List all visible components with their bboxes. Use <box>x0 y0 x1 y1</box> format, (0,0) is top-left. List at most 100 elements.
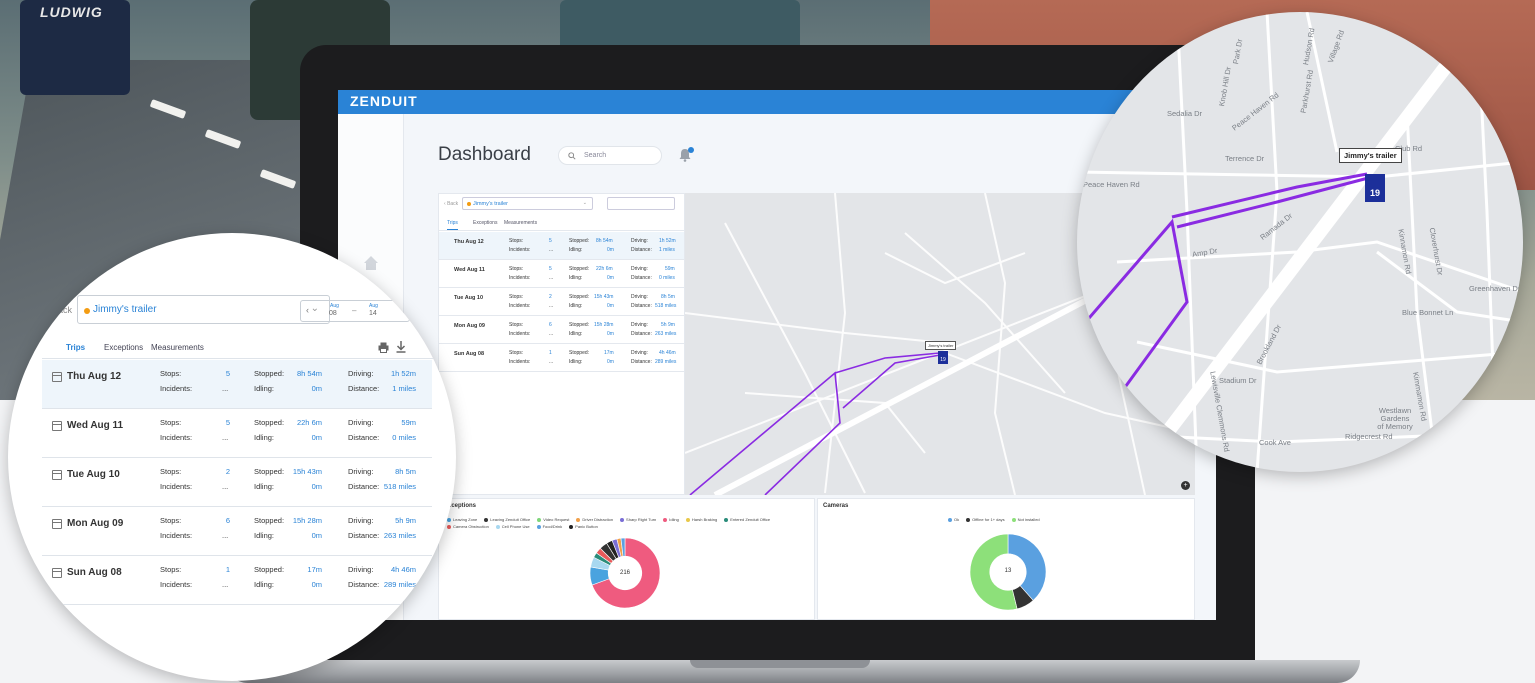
trip-row[interactable]: Mon Aug 09 Stops: 6 Stopped: 15h 28m Dri… <box>42 507 432 556</box>
home-icon[interactable] <box>362 254 380 272</box>
legend-label: Ok <box>954 517 960 522</box>
trip-row[interactable]: Thu Aug 12 Stops: 5 Stopped: 8h 54m Driv… <box>42 360 432 409</box>
incidents-label: Incidents: <box>160 482 193 491</box>
incidents-label: Incidents: <box>509 303 531 309</box>
idling-label: Idling: <box>569 303 583 309</box>
stops-label: Stops: <box>509 350 524 356</box>
driving-label: Driving: <box>348 467 374 476</box>
stops-value: 2 <box>549 294 552 300</box>
trip-row[interactable]: Thu Aug 12 Stops: 5 Stopped: 8h 54m Driv… <box>439 232 684 260</box>
map-vehicle-marker[interactable]: 19 <box>938 351 948 364</box>
tab-exceptions[interactable]: Exceptions <box>104 343 143 352</box>
zoomed-map-roads <box>1077 12 1523 472</box>
map-vehicle-tooltip: Jimmy's trailer <box>1339 148 1402 163</box>
calendar-icon <box>52 568 62 578</box>
tab-trips[interactable]: Trips <box>447 220 458 230</box>
vehicle-status-dot <box>467 202 471 206</box>
stopped-label: Stopped: <box>569 294 590 300</box>
distance-value: 263 miles <box>655 331 677 337</box>
vehicle-name: Jimmy's trailer <box>93 304 157 315</box>
driving-label: Driving: <box>348 516 374 525</box>
calendar-icon <box>52 421 62 431</box>
date-to-month: Aug <box>369 303 378 309</box>
download-icon[interactable] <box>396 341 406 353</box>
legend-item: Entered Zenduit Office <box>724 517 770 522</box>
zoom-circle-map: Sedalia Dr Peace Haven Rd Terrence Dr Cl… <box>1077 12 1523 472</box>
idling-value: 0m <box>311 482 322 491</box>
trip-row[interactable]: Wed Aug 11 Stops: 5 Stopped: 22h 6m Driv… <box>439 260 684 288</box>
legend-label: Driver Distraction <box>582 517 614 522</box>
stopped-label: Stopped: <box>254 467 285 476</box>
search-input[interactable]: Search <box>558 146 662 165</box>
idling-label: Idling: <box>254 482 275 491</box>
stops-label: Stops: <box>509 322 524 328</box>
incidents-value: ... <box>222 482 229 491</box>
distance-label: Distance: <box>631 275 652 281</box>
driving-label: Driving: <box>631 294 648 300</box>
driving-value: 4h 46m <box>659 350 676 356</box>
incidents-value: ... <box>222 433 229 442</box>
driving-value: 5h 9m <box>395 516 416 525</box>
idling-value: 0m <box>607 303 614 309</box>
trip-row[interactable]: Tue Aug 10 Stops: 2 Stopped: 15h 43m Dri… <box>439 288 684 316</box>
trip-day: Sun Aug 08 <box>454 351 485 357</box>
incidents-value: ... <box>549 331 554 337</box>
stops-label: Stops: <box>160 516 182 525</box>
search-icon <box>568 152 576 160</box>
date-range-picker[interactable] <box>607 197 675 210</box>
idling-value: 0m <box>607 275 614 281</box>
distance-value: 263 miles <box>383 531 416 540</box>
laptop-notch <box>690 660 870 668</box>
trip-row[interactable]: Tue Aug 10 Stops: 2 Stopped: 15h 43m Dri… <box>42 458 432 507</box>
stops-value: 5 <box>225 418 230 427</box>
zoom-in-button[interactable]: + <box>1181 481 1190 490</box>
tab-exceptions[interactable]: Exceptions <box>473 220 497 226</box>
search-placeholder: Search <box>584 152 607 159</box>
date-range-picker[interactable]: ‹ Aug 08 – Aug 14 <box>300 300 410 322</box>
trip-row[interactable]: Wed Aug 11 Stops: 5 Stopped: 22h 6m Driv… <box>42 409 432 458</box>
stopped-label: Stopped: <box>569 322 590 328</box>
street-label: Westlawn Gardens of Memory <box>1377 406 1413 431</box>
incidents-value: ... <box>222 384 229 393</box>
trip-row[interactable]: Sun Aug 08 Stops: 1 Stopped: 17m Driving… <box>439 344 684 372</box>
tab-measurements[interactable]: Measurements <box>504 220 537 226</box>
idling-label: Idling: <box>569 247 583 253</box>
chevron-left-icon[interactable]: ‹ <box>306 305 309 315</box>
stopped-label: Stopped: <box>254 369 285 378</box>
exceptions-legend: Leaving Zone Leaving Zenduit Office Video … <box>447 517 807 531</box>
tab-measurements[interactable]: Measurements <box>151 343 204 352</box>
legend-label: Video Request <box>543 517 570 522</box>
legend-swatch <box>447 524 451 529</box>
incidents-value: ... <box>222 580 229 589</box>
stopped-label: Stopped: <box>254 418 285 427</box>
back-link[interactable]: ‹ Back <box>444 201 458 207</box>
incidents-value: ... <box>549 359 554 365</box>
zenduit-logo[interactable]: ZENDUIT <box>350 93 418 109</box>
cameras-total: 13 <box>1004 568 1012 574</box>
idling-label: Idling: <box>569 359 583 365</box>
trip-row[interactable]: Mon Aug 09 Stops: 6 Stopped: 15h 28m Dri… <box>439 316 684 344</box>
idling-value: 0m <box>607 359 614 365</box>
date-to-day: 14 <box>369 310 377 317</box>
back-link[interactable]: Back <box>52 305 72 315</box>
vehicle-select[interactable]: Jimmy's trailer ⌄ <box>462 197 593 210</box>
legend-label: Camera Obstruction <box>453 524 489 529</box>
map-vehicle-marker[interactable]: 19 <box>1365 174 1385 202</box>
panel-tabs: Trips Exceptions Measurements <box>42 337 442 362</box>
legend-swatch <box>576 517 581 522</box>
date-from-day: 08 <box>329 310 337 317</box>
driving-value: 8h 5m <box>395 467 416 476</box>
trip-row[interactable]: Sun Aug 08 Stops: 1 Stopped: 17m Driving… <box>42 556 432 605</box>
stopped-value: 15h 43m <box>594 294 614 300</box>
stopped-value: 17m <box>604 350 614 356</box>
vehicle-select[interactable]: Jimmy's trailer ⌄ <box>77 295 330 324</box>
stopped-value: 22h 6m <box>296 418 322 427</box>
legend-label: Not installed <box>1017 517 1040 522</box>
incidents-label: Incidents: <box>509 359 531 365</box>
legend-item: Sharp Right Turn <box>620 517 656 522</box>
print-icon[interactable] <box>378 342 389 353</box>
trip-day: Thu Aug 12 <box>454 239 484 245</box>
street-label: Blue Bonnet Ln <box>1402 308 1454 317</box>
distance-value: 289 miles <box>383 580 416 589</box>
driving-value: 1h 52m <box>390 369 416 378</box>
